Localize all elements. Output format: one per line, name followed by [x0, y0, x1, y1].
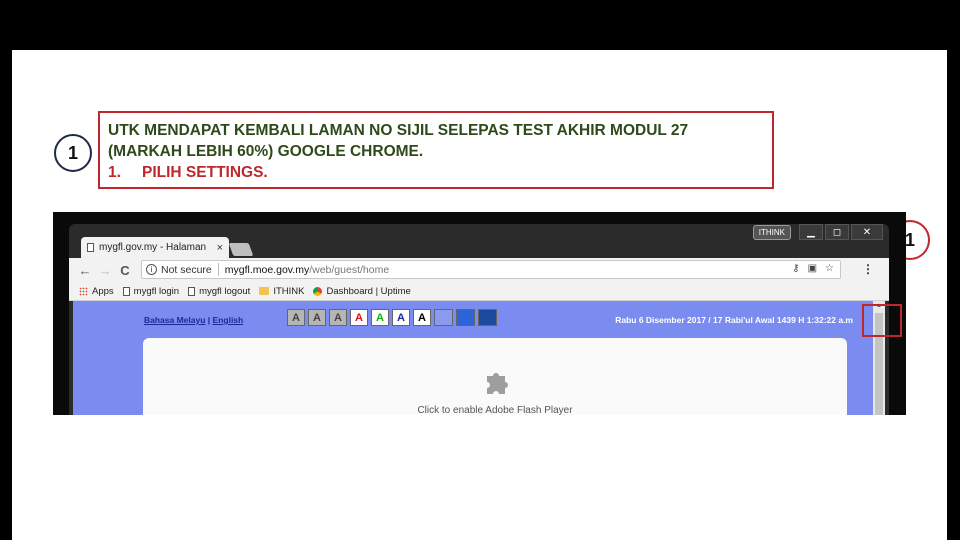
bookmark-label: mygfl logout — [199, 285, 251, 297]
instruction-line-2: (MARKAH LEBIH 60%) GOOGLE CHROME. — [108, 143, 424, 160]
color-swatch[interactable] — [478, 309, 497, 326]
info-icon[interactable]: i — [146, 264, 157, 275]
language-switcher: Bahasa Melayu | English — [144, 315, 243, 325]
folder-icon — [259, 287, 270, 295]
reload-icon[interactable]: C — [115, 263, 135, 278]
profile-button[interactable]: ITHINK — [752, 225, 791, 240]
url-host: mygfl.moe.gov.my — [224, 263, 310, 276]
slide: 1 UTK MENDAPAT KEMBALI LAMAN NO SIJIL SE… — [12, 50, 947, 540]
instruction-line-1: UTK MENDAPAT KEMBALI LAMAN NO SIJIL SELE… — [108, 122, 689, 139]
instruction-step-text: PILIH SETTINGS. — [142, 164, 268, 181]
color-swatch[interactable] — [434, 309, 453, 326]
bookmark-mygfl-logout[interactable]: mygfl logout — [188, 286, 250, 297]
font-button[interactable]: A — [413, 309, 431, 326]
url-path: /web/guest/home — [309, 263, 390, 276]
tab-close-icon[interactable]: × — [217, 242, 223, 254]
browser-screenshot: mygfl.gov.my - Halaman × ITHINK ▁ ◻ ✕ ← … — [53, 212, 906, 415]
bookmark-label: mygfl login — [133, 285, 180, 297]
page-icon — [87, 243, 94, 252]
security-label: Not secure — [161, 263, 212, 276]
font-button[interactable]: A — [350, 309, 368, 326]
page-icon — [188, 286, 196, 296]
font-button[interactable]: A — [371, 309, 389, 326]
close-window-button[interactable]: ✕ — [851, 224, 883, 240]
forward-arrow-icon[interactable]: → — [95, 263, 115, 278]
step-marker-label: 1 — [904, 229, 915, 250]
instruction-box: UTK MENDAPAT KEMBALI LAMAN NO SIJIL SELE… — [98, 111, 774, 189]
page-icon — [122, 286, 130, 296]
page-datetime: Rabu 6 Disember 2017 / 17 Rabi'ul Awal 1… — [615, 315, 853, 325]
color-swatch[interactable] — [456, 309, 475, 326]
lang-malay-link[interactable]: Bahasa Melayu — [144, 315, 205, 325]
key-icon[interactable]: ⚷ — [792, 263, 799, 274]
font-button[interactable]: A — [308, 309, 326, 326]
browser-tab[interactable]: mygfl.gov.my - Halaman × — [81, 237, 229, 258]
font-button[interactable]: A — [287, 309, 305, 326]
puzzle-piece-icon — [487, 373, 508, 394]
window-controls: ITHINK ▁ ◻ ✕ — [752, 224, 883, 240]
bookmark-apps[interactable]: Apps — [79, 286, 114, 297]
web-page: Bahasa Melayu | English A A A A A A A Ra… — [73, 301, 885, 415]
minimize-button[interactable]: ▁ — [799, 224, 823, 240]
omnibox-icons: ⚷ ▣ ☆ — [792, 263, 834, 274]
chrome-icon — [313, 286, 323, 296]
step-marker-left: 1 — [54, 134, 92, 172]
font-button[interactable]: A — [329, 309, 347, 326]
back-arrow-icon[interactable]: ← — [75, 263, 95, 278]
bookmark-label: ITHINK — [273, 285, 305, 297]
browser-toolbar: ← → C i Not secure mygfl.moe.gov.my/web/… — [69, 258, 889, 282]
bookmark-label: Apps — [92, 285, 114, 297]
lang-separator: | — [205, 315, 213, 325]
star-icon[interactable]: ☆ — [825, 263, 834, 274]
menu-highlight-box — [862, 304, 902, 337]
new-tab-button[interactable] — [228, 243, 254, 256]
step-marker-label: 1 — [67, 142, 78, 163]
bookmark-ithink[interactable]: ITHINK — [259, 286, 304, 297]
flash-placeholder[interactable]: Click to enable Adobe Flash Player — [143, 338, 847, 415]
instruction-step-number: 1. — [108, 164, 121, 181]
bookmark-dashboard[interactable]: Dashboard | Uptime — [313, 285, 411, 297]
tab-title: mygfl.gov.my - Halaman — [99, 242, 207, 253]
omnibox-divider — [217, 263, 219, 276]
address-bar[interactable]: i Not secure mygfl.moe.gov.my/web/guest/… — [141, 260, 841, 279]
flash-enable-text: Click to enable Adobe Flash Player — [417, 405, 573, 415]
chrome-menu-button[interactable]: ⋮ — [861, 262, 875, 276]
apps-grid-icon — [79, 286, 88, 296]
bookmarks-bar: Apps mygfl login mygfl logout ITHINK Das… — [69, 282, 889, 301]
instruction-step: 1. PILIH SETTINGS. — [108, 162, 764, 183]
translate-icon[interactable]: ▣ — [808, 263, 817, 274]
bookmark-mygfl-login[interactable]: mygfl login — [122, 285, 180, 297]
bookmark-label: Dashboard | Uptime — [326, 285, 411, 297]
chrome-window: mygfl.gov.my - Halaman × ITHINK ▁ ◻ ✕ ← … — [69, 224, 889, 415]
lang-english-link[interactable]: English — [213, 315, 244, 325]
maximize-button[interactable]: ◻ — [825, 224, 849, 240]
font-size-controls: A A A A A A A — [287, 309, 497, 326]
font-button[interactable]: A — [392, 309, 410, 326]
